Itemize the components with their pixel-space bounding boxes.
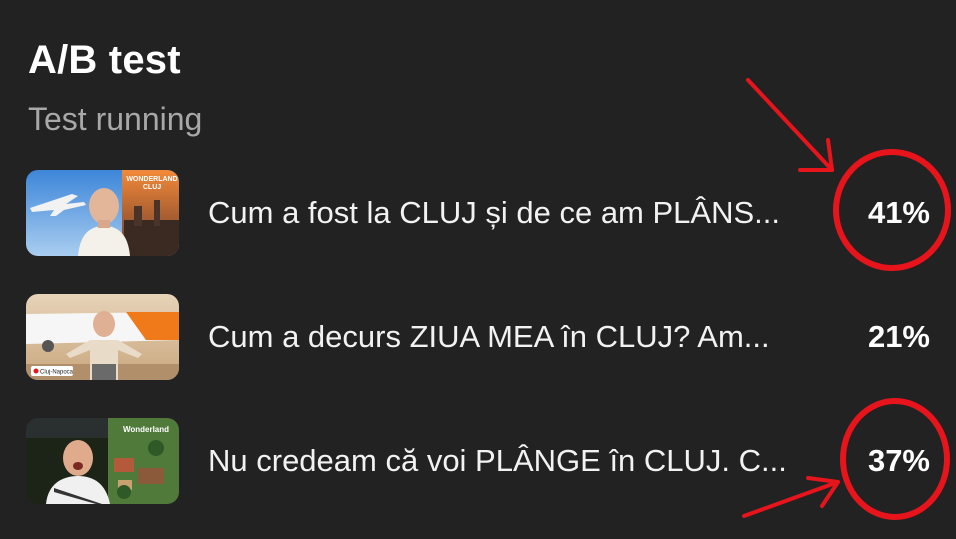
variant-row-2[interactable]: Cluj-Napoca Cum a decurs ZIUA MEA în CLU… [0, 292, 956, 382]
variant-title-2: Cum a decurs ZIUA MEA în CLUJ? Am... [208, 319, 770, 354]
variant-row-3[interactable]: Wonderland Nu credeam că voi PLÂNGE în C… [0, 416, 956, 506]
ab-test-card: A/B test Test running WONDERLAND CLUJ Cu… [0, 0, 956, 539]
test-status: Test running [28, 101, 203, 137]
variant-percent-2: 21% [867, 319, 930, 354]
page-title: A/B test [28, 38, 181, 82]
svg-text:Wonderland: Wonderland [123, 425, 169, 434]
svg-text:Cluj-Napoca: Cluj-Napoca [40, 370, 74, 376]
variant-title-3: Nu credeam că voi PLÂNGE în CLUJ. C... [208, 443, 787, 478]
video-thumbnail-2[interactable]: Cluj-Napoca [26, 294, 179, 380]
variant-title-1: Cum a fost la CLUJ și de ce am PLÂNS... [208, 195, 780, 230]
video-thumbnail-3[interactable]: Wonderland [26, 418, 179, 504]
red-arrow [746, 78, 834, 172]
svg-text:CLUJ: CLUJ [143, 184, 161, 191]
thumbnail-image-3: Wonderland [26, 418, 179, 504]
variant-percent-1: 41% [867, 195, 930, 230]
thumbnail-image-2: Cluj-Napoca [26, 294, 179, 380]
video-thumbnail-1[interactable]: WONDERLAND CLUJ [26, 170, 179, 256]
svg-text:WONDERLAND: WONDERLAND [126, 176, 177, 183]
variant-row-1[interactable]: WONDERLAND CLUJ Cum a fost la CLUJ și de… [0, 168, 956, 258]
thumbnail-image-1: WONDERLAND CLUJ [26, 170, 179, 256]
variant-percent-3: 37% [867, 443, 930, 478]
